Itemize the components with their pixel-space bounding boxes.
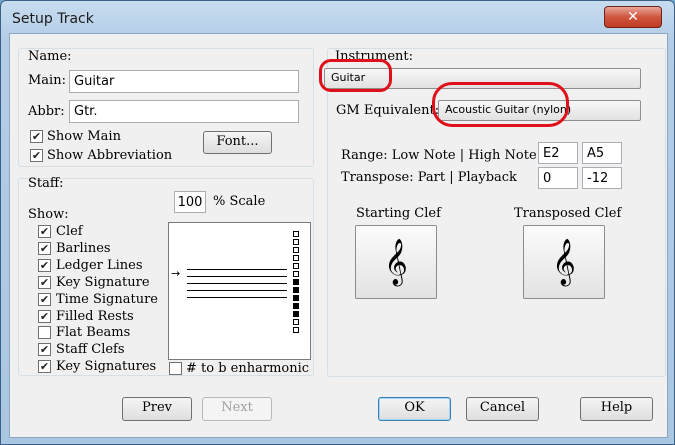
abbr-name-input[interactable]: Gtr. xyxy=(69,100,299,123)
staff-option-label: Staff Clefs xyxy=(56,342,125,357)
prev-button[interactable]: Prev xyxy=(122,397,192,421)
show-label: Show: xyxy=(28,207,69,222)
gm-equivalent-highlight-ring xyxy=(432,82,569,127)
transposed-clef-label: Transposed Clef xyxy=(514,206,622,221)
treble-clef-icon: 𝄞 xyxy=(552,239,576,285)
staff-option-label: Flat Beams xyxy=(56,325,131,340)
ok-button[interactable]: OK xyxy=(378,397,451,421)
transposed-clef-button[interactable]: 𝄞 xyxy=(523,225,605,299)
range-label: Range: Low Note | High Note xyxy=(341,148,537,163)
staff-option-checkbox[interactable]: ✔ xyxy=(38,293,51,306)
high-note-input[interactable]: A5 xyxy=(582,142,622,164)
starting-clef-label: Starting Clef xyxy=(356,206,441,221)
close-icon[interactable]: ✕ xyxy=(604,6,662,28)
transpose-playback-input[interactable]: -12 xyxy=(582,167,622,189)
staff-position-marker xyxy=(293,303,299,309)
staff-position-marker xyxy=(293,287,299,293)
instrument-highlight-ring xyxy=(319,59,392,92)
transpose-part-input[interactable]: 0 xyxy=(538,167,578,189)
staff-option-label: Barlines xyxy=(56,241,111,256)
transpose-label: Transpose: Part | Playback xyxy=(341,170,517,185)
show-main-label: Show Main xyxy=(47,129,121,144)
enharmonic-checkbox[interactable] xyxy=(169,362,182,375)
low-note-input[interactable]: E2 xyxy=(538,142,578,164)
staff-option-checkbox[interactable]: ✔ xyxy=(38,225,51,238)
staff-position-marker xyxy=(293,247,299,253)
staff-preview: → xyxy=(168,222,311,360)
font-button[interactable]: Font... xyxy=(203,131,272,154)
dialog-body: Name: Main: Guitar Abbr: Gtr. ✔ Show Mai… xyxy=(9,33,668,438)
starting-clef-button[interactable]: 𝄞 xyxy=(355,225,437,299)
staff-position-marker xyxy=(293,279,299,285)
arrow-right-icon: → xyxy=(171,267,181,280)
enharmonic-label: # to b enharmonic xyxy=(186,361,310,376)
staff-position-marker xyxy=(293,255,299,261)
main-name-input[interactable]: Guitar xyxy=(69,70,299,93)
setup-track-window: Setup Track ✕ Name: Main: Guitar Abbr: G… xyxy=(0,0,675,445)
help-button[interactable]: Help xyxy=(580,397,653,421)
staff-position-marker xyxy=(293,239,299,245)
show-abbreviation-checkbox[interactable]: ✔ xyxy=(30,149,43,162)
staff-option-checkbox[interactable]: ✔ xyxy=(38,310,51,323)
staff-option-label: Clef xyxy=(56,224,83,239)
staff-option-checkbox[interactable]: ✔ xyxy=(38,343,51,356)
staff-option-checkbox[interactable]: ✔ xyxy=(38,259,51,272)
staff-option-checkbox[interactable] xyxy=(38,326,51,339)
staff-position-marker xyxy=(293,271,299,277)
staff-option-label: Key Signatures xyxy=(56,359,157,374)
next-button[interactable]: Next xyxy=(202,397,272,421)
gm-equivalent-label: GM Equivalent: xyxy=(336,103,440,118)
staff-legend: Staff: xyxy=(28,176,64,191)
cancel-button[interactable]: Cancel xyxy=(466,397,539,421)
staff-position-marker xyxy=(293,295,299,301)
staff-position-marker xyxy=(293,311,299,317)
staff-position-marker xyxy=(293,263,299,269)
show-abbreviation-label: Show Abbreviation xyxy=(47,148,173,163)
staff-option-label: Time Signature xyxy=(56,292,158,307)
scale-label: % Scale xyxy=(213,194,266,209)
staff-position-marker xyxy=(293,231,299,237)
staff-option-label: Filled Rests xyxy=(56,309,134,324)
name-legend: Name: xyxy=(28,49,72,64)
show-main-checkbox[interactable]: ✔ xyxy=(30,130,43,143)
staff-position-marker xyxy=(293,327,299,333)
staff-option-label: Key Signature xyxy=(56,275,150,290)
staff-position-marker xyxy=(293,319,299,325)
scale-input[interactable]: 100 xyxy=(174,191,206,213)
staff-option-checkbox[interactable]: ✔ xyxy=(38,276,51,289)
main-label: Main: xyxy=(28,73,66,88)
abbr-label: Abbr: xyxy=(28,104,65,119)
staff-option-checkbox[interactable]: ✔ xyxy=(38,242,51,255)
window-title: Setup Track xyxy=(12,11,94,27)
staff-option-checkbox[interactable]: ✔ xyxy=(38,360,51,373)
treble-clef-icon: 𝄞 xyxy=(384,239,408,285)
staff-option-label: Ledger Lines xyxy=(56,258,143,273)
